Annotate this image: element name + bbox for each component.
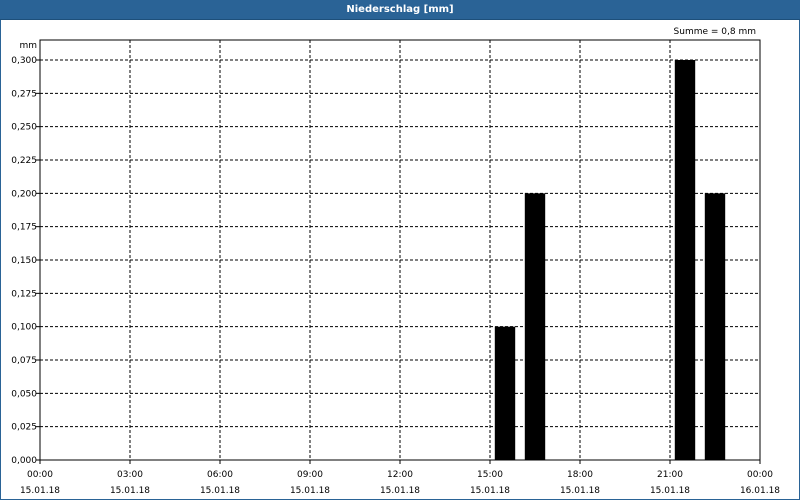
y-tick-label: 0,250 <box>11 123 37 133</box>
y-tick-label: 0,025 <box>11 423 37 433</box>
y-tick-label: 0,275 <box>11 89 37 99</box>
y-tick-label: 0,225 <box>11 156 37 166</box>
precipitation-bar <box>494 326 516 460</box>
x-tick-label-date: 15.01.18 <box>110 486 150 496</box>
y-tick-label: 0,000 <box>11 456 37 466</box>
y-tick-label: 0,075 <box>11 356 37 366</box>
x-tick-label-time: 12:00 <box>387 470 413 480</box>
y-tick-label: 0,300 <box>11 56 37 66</box>
x-tick-label-time: 03:00 <box>117 470 143 480</box>
y-tick-label: 0,100 <box>11 323 37 333</box>
y-tick-label: 0,175 <box>11 223 37 233</box>
x-tick-label-time: 06:00 <box>207 470 233 480</box>
x-tick-label-date: 15.01.18 <box>470 486 510 496</box>
x-tick-label-date: 15.01.18 <box>650 486 690 496</box>
precipitation-bar <box>674 60 696 460</box>
precipitation-bar <box>524 193 546 461</box>
x-tick-label-time: 18:00 <box>567 470 593 480</box>
x-tick-label-time: 21:00 <box>657 470 683 480</box>
y-tick-label: 0,200 <box>11 189 37 199</box>
y-tick-label: 0,150 <box>11 256 37 266</box>
x-tick-label-date: 15.01.18 <box>290 486 330 496</box>
x-tick-label-time: 09:00 <box>297 470 323 480</box>
x-tick-label-date: 15.01.18 <box>560 486 600 496</box>
x-tick-label-date: 15.01.18 <box>20 486 60 496</box>
x-tick-label-time: 00:00 <box>27 470 53 480</box>
x-tick-label-date: 15.01.18 <box>380 486 420 496</box>
y-tick-label: 0,125 <box>11 289 37 299</box>
sum-annotation: Summe = 0,8 mm <box>674 27 756 37</box>
x-tick-label-date: 15.01.18 <box>200 486 240 496</box>
y-tick-label: 0,050 <box>11 389 37 399</box>
x-tick-label-time: 15:00 <box>477 470 503 480</box>
y-axis-label: mm <box>19 41 37 51</box>
x-tick-label-time: 00:00 <box>747 470 773 480</box>
precipitation-chart: mm Summe = 0,8 mm 0,000 0,025 0,050 0,075 0,… <box>11 27 780 496</box>
x-tick-label-date: 16.01.18 <box>740 486 780 496</box>
precipitation-bar <box>704 193 726 461</box>
